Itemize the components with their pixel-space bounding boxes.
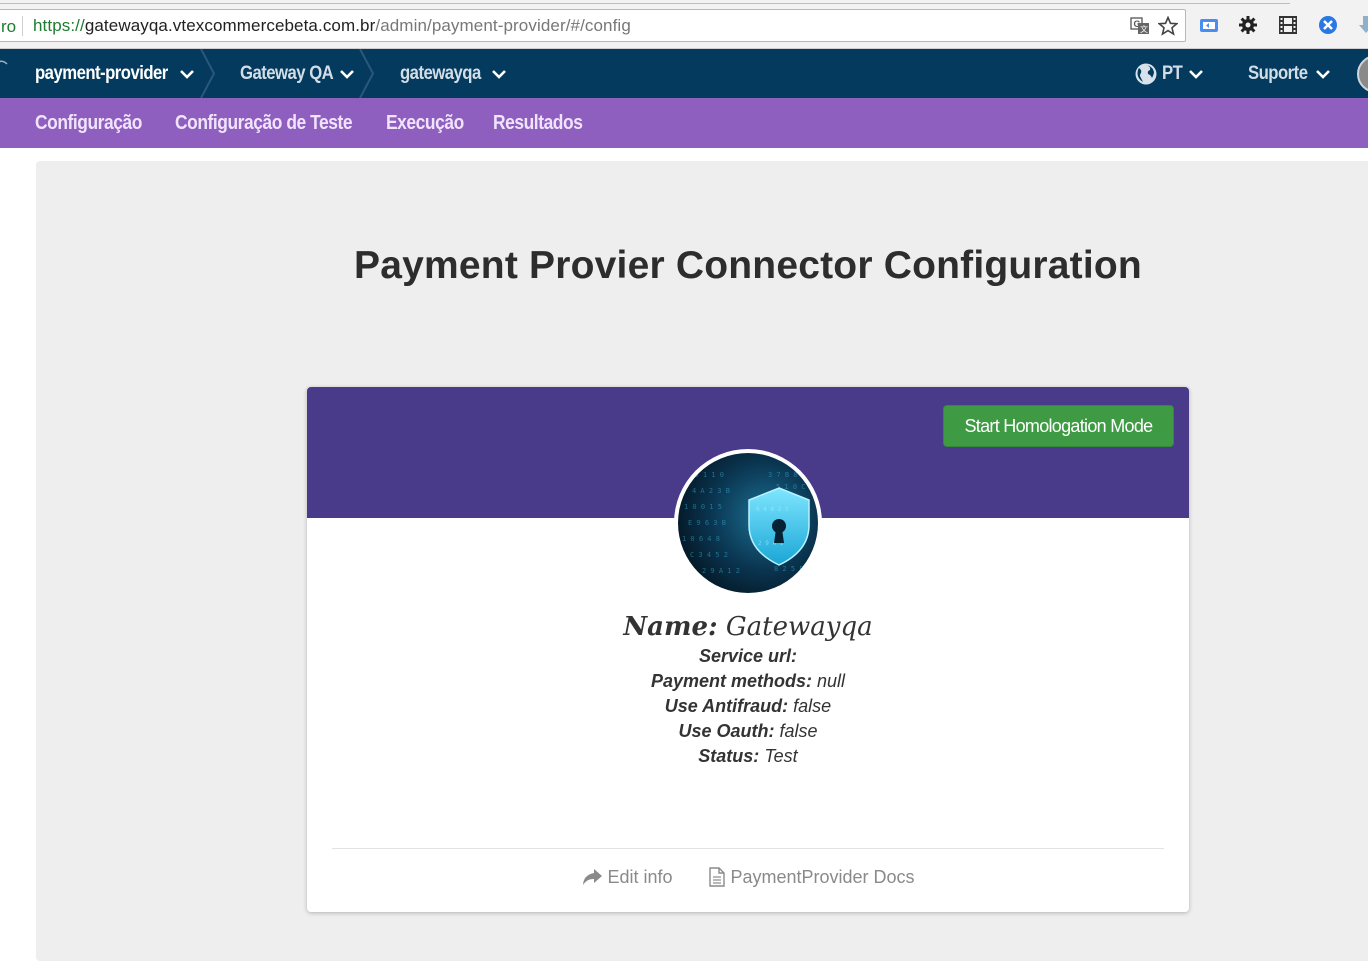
tab-strip <box>0 0 1290 4</box>
payment-methods-value: null <box>817 671 846 691</box>
sub-navigation: Configuração Configuração de Teste Execu… <box>0 98 1368 148</box>
tab-label: Execução <box>386 111 464 134</box>
address-bar-left-fragment: ro <box>1 17 17 36</box>
url-scheme: https:// <box>33 16 85 35</box>
breadcrumb-separator <box>359 49 375 98</box>
bookmark-star-icon[interactable] <box>1158 16 1178 36</box>
support-menu[interactable]: Suporte <box>1248 49 1316 98</box>
chevron-down-icon[interactable] <box>1188 66 1204 82</box>
docs-link[interactable]: PaymentProvider Docs <box>708 866 915 888</box>
oauth-value: false <box>779 721 818 741</box>
provider-card: Start Homologation Mode 8 0 1 1 0 4 A 2 … <box>307 387 1189 912</box>
tab-execucao[interactable]: Execução <box>386 98 475 148</box>
logo-fragment-icon <box>0 60 8 65</box>
card-footer: Edit info PaymentProvider Docs <box>307 862 1189 892</box>
share-arrow-icon <box>583 869 603 885</box>
tab-label: Resultados <box>493 111 583 134</box>
provider-name: Name: Gatewayqa <box>307 610 1189 644</box>
account-selector[interactable]: Gateway QA <box>240 49 346 98</box>
tab-resultados[interactable]: Resultados <box>493 98 596 148</box>
svg-text:1 0 6 4 8: 1 0 6 4 8 <box>682 535 720 543</box>
svg-text:4 A 2 3 B: 4 A 2 3 B <box>692 487 730 495</box>
gear-icon[interactable] <box>1237 14 1259 36</box>
extension-screen-icon[interactable] <box>1198 14 1220 36</box>
chevron-down-icon[interactable] <box>339 66 355 82</box>
support-menu-label: Suporte <box>1248 62 1308 84</box>
start-homologation-button[interactable]: Start Homologation Mode <box>943 405 1174 447</box>
status-label: Status: <box>698 746 760 766</box>
document-icon <box>709 867 726 887</box>
store-selector-label: gatewayqa <box>400 62 481 84</box>
oauth-row: Use Oauth: false <box>307 719 1189 744</box>
svg-text:文: 文 <box>1140 24 1148 34</box>
tab-label: Configuração de Teste <box>175 111 353 134</box>
breadcrumb-separator <box>200 49 216 98</box>
docs-label: PaymentProvider Docs <box>730 866 915 887</box>
account-selector-label: Gateway QA <box>240 62 334 84</box>
chevron-down-icon[interactable] <box>491 66 507 82</box>
address-bar-separator <box>22 16 23 36</box>
tab-configuracao[interactable]: Configuração <box>35 98 158 148</box>
status-row: Status: Test <box>307 744 1189 769</box>
chevron-down-icon[interactable] <box>1315 66 1331 82</box>
download-icon[interactable] <box>1355 14 1368 36</box>
app-selector-label: payment-provider <box>35 62 168 84</box>
svg-text:0 4 8 2 3: 0 4 8 2 3 <box>756 506 789 513</box>
globe-icon[interactable] <box>1134 62 1158 86</box>
chevron-down-icon[interactable] <box>179 66 195 82</box>
provider-info: Name: Gatewayqa Service url: Payment met… <box>307 610 1189 769</box>
oauth-label: Use Oauth: <box>678 721 775 741</box>
svg-text:2 9 A 1 2: 2 9 A 1 2 <box>702 567 740 575</box>
tab-configuracao-de-teste[interactable]: Configuração de Teste <box>175 98 379 148</box>
antifraud-row: Use Antifraud: false <box>307 694 1189 719</box>
film-icon[interactable] <box>1277 14 1299 36</box>
address-bar[interactable]: ro https://gatewayqa.vtexcommercebeta.co… <box>0 9 1186 42</box>
svg-text:E 9 6 3 B: E 9 6 3 B <box>688 519 726 527</box>
blocker-icon[interactable] <box>1317 14 1339 36</box>
svg-text:8 2 5 E: 8 2 5 E <box>774 565 804 573</box>
provider-avatar: 8 0 1 1 0 4 A 2 3 B 1 0 0 1 5 E 9 6 3 B … <box>674 449 822 597</box>
translate-icon[interactable]: G 文 <box>1130 16 1150 36</box>
card-divider <box>332 848 1164 849</box>
svg-text:C 3 4 5 2: C 3 4 5 2 <box>690 551 728 559</box>
name-value: Gatewayqa <box>725 612 873 642</box>
status-value: Test <box>764 746 798 766</box>
service-url-label: Service url: <box>698 646 798 666</box>
tab-label: Configuração <box>35 111 142 134</box>
user-avatar[interactable] <box>1357 55 1368 93</box>
svg-text:3 7 B 8 2: 3 7 B 8 2 <box>768 471 806 479</box>
edit-info-label: Edit info <box>607 866 673 887</box>
svg-text:1 0 0 1 5: 1 0 0 1 5 <box>684 503 722 511</box>
language-selector-label: PT <box>1162 62 1183 84</box>
name-label: Name: <box>623 612 718 642</box>
antifraud-value: false <box>793 696 832 716</box>
store-selector[interactable]: gatewayqa <box>400 49 492 98</box>
url-path: /admin/payment-provider/#/config <box>375 16 631 35</box>
language-selector[interactable]: PT <box>1162 49 1185 98</box>
top-navigation: payment-provider Gateway QA gatewayqa PT… <box>0 49 1368 98</box>
page-title: Payment Provier Connector Configuration <box>354 244 1142 287</box>
security-shield-icon: 8 0 1 1 0 4 A 2 3 B 1 0 0 1 5 E 9 6 3 B … <box>678 453 818 593</box>
service-url-row: Service url: <box>307 644 1189 669</box>
payment-methods-label: Payment methods: <box>650 671 812 691</box>
url-host: gatewayqa.vtexcommercebeta.com.br <box>84 16 376 35</box>
payment-methods-row: Payment methods: null <box>307 669 1189 694</box>
antifraud-label: Use Antifraud: <box>664 696 789 716</box>
app-selector[interactable]: payment-provider <box>35 49 186 98</box>
address-bar-url[interactable]: https://gatewayqa.vtexcommercebeta.com.b… <box>33 16 631 36</box>
browser-toolbar: ro https://gatewayqa.vtexcommercebeta.co… <box>0 0 1368 49</box>
edit-info-link[interactable]: Edit info <box>581 867 672 888</box>
